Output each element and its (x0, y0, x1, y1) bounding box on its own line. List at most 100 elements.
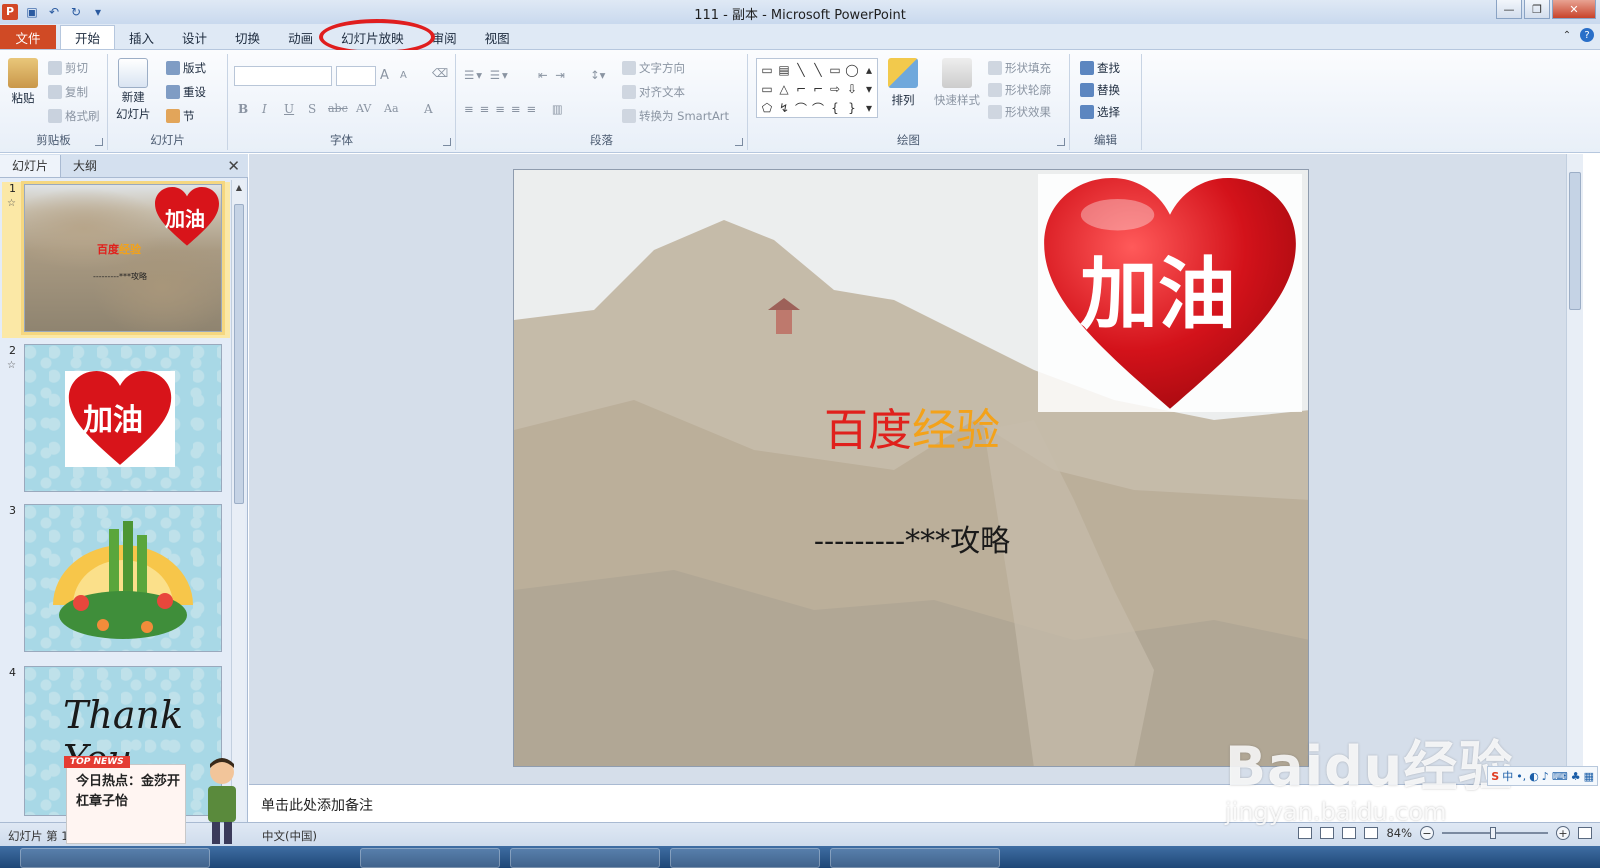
indent-icon[interactable]: ⇤ ⇥ (538, 68, 567, 82)
minimize-ribbon-icon[interactable]: ⌃ (1560, 28, 1574, 42)
redo-icon[interactable]: ↻ (68, 4, 84, 20)
copy-button[interactable]: 复制 (48, 84, 88, 100)
zoom-slider[interactable] (1442, 827, 1548, 839)
shrink-font-button[interactable]: A (400, 70, 407, 81)
close-button[interactable]: ✕ (1552, 0, 1596, 19)
bold-button[interactable]: B (238, 102, 248, 116)
clear-format-icon[interactable]: ⌫ (432, 66, 448, 80)
help-icon[interactable]: ? (1580, 28, 1594, 42)
clipboard-launcher-icon[interactable] (95, 138, 103, 146)
taskbar-item[interactable] (830, 848, 1000, 868)
slide-thumbnail-1[interactable]: 加油 百度经验 ---------***攻略 (24, 184, 222, 332)
grow-font-button[interactable]: A (380, 68, 389, 83)
font-size-combo[interactable] (336, 66, 376, 86)
ime-toolbar[interactable]: S 中 •, ◐ ♪ ⌨ ♣ ▦ (1487, 766, 1598, 786)
save-icon[interactable]: ▣ (24, 4, 40, 20)
notes-placeholder[interactable]: 单击此处添加备注 (261, 795, 373, 815)
scroll-up-icon[interactable]: ▲ (232, 180, 246, 194)
underline-button[interactable]: U (284, 102, 294, 116)
cut-button[interactable]: 剪切 (48, 60, 88, 76)
ime-punct-icon[interactable]: •, (1516, 770, 1526, 783)
thumbnail-scrollbar[interactable]: ▲ (231, 180, 245, 820)
tab-slideshow[interactable]: 幻灯片放映 (319, 19, 436, 55)
drawing-launcher-icon[interactable] (1057, 138, 1065, 146)
tab-view[interactable]: 视图 (471, 25, 524, 49)
font-color-button[interactable]: A (424, 102, 433, 116)
replace-button[interactable]: 替换 (1080, 82, 1120, 98)
zoom-level[interactable]: 84% (1386, 826, 1412, 840)
smartart-button[interactable]: 转换为 SmartArt (622, 108, 729, 124)
select-button[interactable]: 选择 (1080, 104, 1120, 120)
tab-insert[interactable]: 插入 (115, 25, 168, 49)
customize-icon[interactable]: ▾ (90, 4, 106, 20)
bullets-icon[interactable]: ☰▾ ☰▾ (464, 68, 510, 82)
ime-chinese-icon[interactable]: 中 (1502, 768, 1513, 784)
ime-keyboard-icon[interactable]: ⌨ (1552, 770, 1568, 783)
strikethrough-button[interactable]: abc (328, 102, 348, 115)
change-case-button[interactable]: Aa (384, 102, 399, 115)
paste-button[interactable]: 粘贴 (8, 58, 38, 106)
tab-file[interactable]: 文件 (0, 25, 56, 49)
slide-subtitle[interactable]: ---------***攻略 (514, 516, 1308, 560)
ime-voice-icon[interactable]: ◐ (1529, 770, 1539, 783)
slide-thumbnail-2[interactable]: 加油 (24, 344, 222, 492)
slide-sorter-icon[interactable] (1320, 827, 1335, 839)
shape-outline-button[interactable]: 形状轮廓 (988, 82, 1051, 98)
zoom-out-icon[interactable]: − (1420, 826, 1434, 840)
font-name-combo[interactable] (234, 66, 332, 86)
ime-mic-icon[interactable]: ♪ (1542, 770, 1549, 783)
section-button[interactable]: 节 (166, 108, 195, 124)
font-launcher-icon[interactable] (443, 138, 451, 146)
shadow-button[interactable]: S (308, 102, 316, 116)
news-headline[interactable]: 今日热点：金莎开杠章子怡 (76, 772, 186, 812)
quick-styles-button[interactable]: 快速样式 (934, 58, 980, 108)
arrange-button[interactable]: 排列 (888, 58, 918, 108)
powerpoint-app-icon[interactable]: P (2, 4, 18, 20)
notes-pane[interactable]: 单击此处添加备注 (249, 784, 1583, 822)
slideshow-view-icon[interactable] (1364, 827, 1379, 839)
new-slide-button[interactable]: 新建 幻灯片 (116, 58, 151, 122)
maximize-button[interactable]: ❐ (1524, 0, 1550, 19)
tab-slides[interactable]: 幻灯片 (0, 154, 62, 177)
taskbar-item[interactable] (360, 848, 500, 868)
tab-transitions[interactable]: 切换 (221, 25, 274, 49)
undo-icon[interactable]: ↶ (46, 4, 62, 20)
ime-logo-icon[interactable]: S (1491, 770, 1499, 783)
fit-to-window-icon[interactable] (1578, 827, 1592, 839)
shapes-gallery[interactable]: ▭ ▤ ╲ ╲ ▭ ◯ ▴ ▭ △ ⌐ ⌐ ⇨ ⇩ ▾ ⬠ ↯ ⌒ ⌒{} ▾ (756, 58, 878, 118)
taskbar-item[interactable] (670, 848, 820, 868)
char-spacing-button[interactable]: AV (356, 102, 371, 115)
reading-view-icon[interactable] (1342, 827, 1357, 839)
align-text-button[interactable]: 对齐文本 (622, 84, 685, 100)
format-painter-button[interactable]: 格式刷 (48, 108, 100, 124)
italic-button[interactable]: I (262, 102, 267, 116)
reset-button[interactable]: 重设 (166, 84, 206, 100)
taskbar-item[interactable] (510, 848, 660, 868)
find-button[interactable]: 查找 (1080, 60, 1120, 76)
shape-effects-button[interactable]: 形状效果 (988, 104, 1051, 120)
current-slide[interactable]: 加油 百度经验 ---------***攻略 (513, 169, 1309, 767)
scroll-thumb[interactable] (1569, 172, 1581, 310)
zoom-knob[interactable] (1490, 827, 1496, 839)
ime-menu-icon[interactable]: ▦ (1584, 770, 1594, 783)
news-popup[interactable]: TOP NEWS 今日热点：金莎开杠章子怡 (64, 756, 254, 846)
tab-home[interactable]: 开始 (60, 25, 116, 49)
tab-outline[interactable]: 大纲 (61, 155, 109, 177)
layout-button[interactable]: 版式 (166, 60, 206, 76)
slide-thumbnail-3[interactable] (24, 504, 222, 652)
shape-fill-button[interactable]: 形状填充 (988, 60, 1051, 76)
close-panel-icon[interactable]: ✕ (227, 157, 240, 175)
scroll-thumb[interactable] (234, 204, 244, 504)
editor-scrollbar[interactable] (1566, 154, 1583, 784)
text-direction-button[interactable]: 文字方向 (622, 60, 685, 76)
line-spacing-icon[interactable]: ↕▾ (590, 68, 605, 82)
minimize-button[interactable]: — (1496, 0, 1522, 19)
taskbar-item[interactable] (20, 848, 210, 868)
slide-title[interactable]: 百度经验 (514, 394, 1308, 458)
language-indicator[interactable]: 中文(中国) (262, 828, 317, 844)
paragraph-launcher-icon[interactable] (735, 138, 743, 146)
ime-skin-icon[interactable]: ♣ (1571, 770, 1581, 783)
zoom-in-icon[interactable]: + (1556, 826, 1570, 840)
alignment-icons[interactable]: ≡≡≡≡≡ ▥ (464, 102, 569, 116)
normal-view-icon[interactable] (1298, 827, 1313, 839)
